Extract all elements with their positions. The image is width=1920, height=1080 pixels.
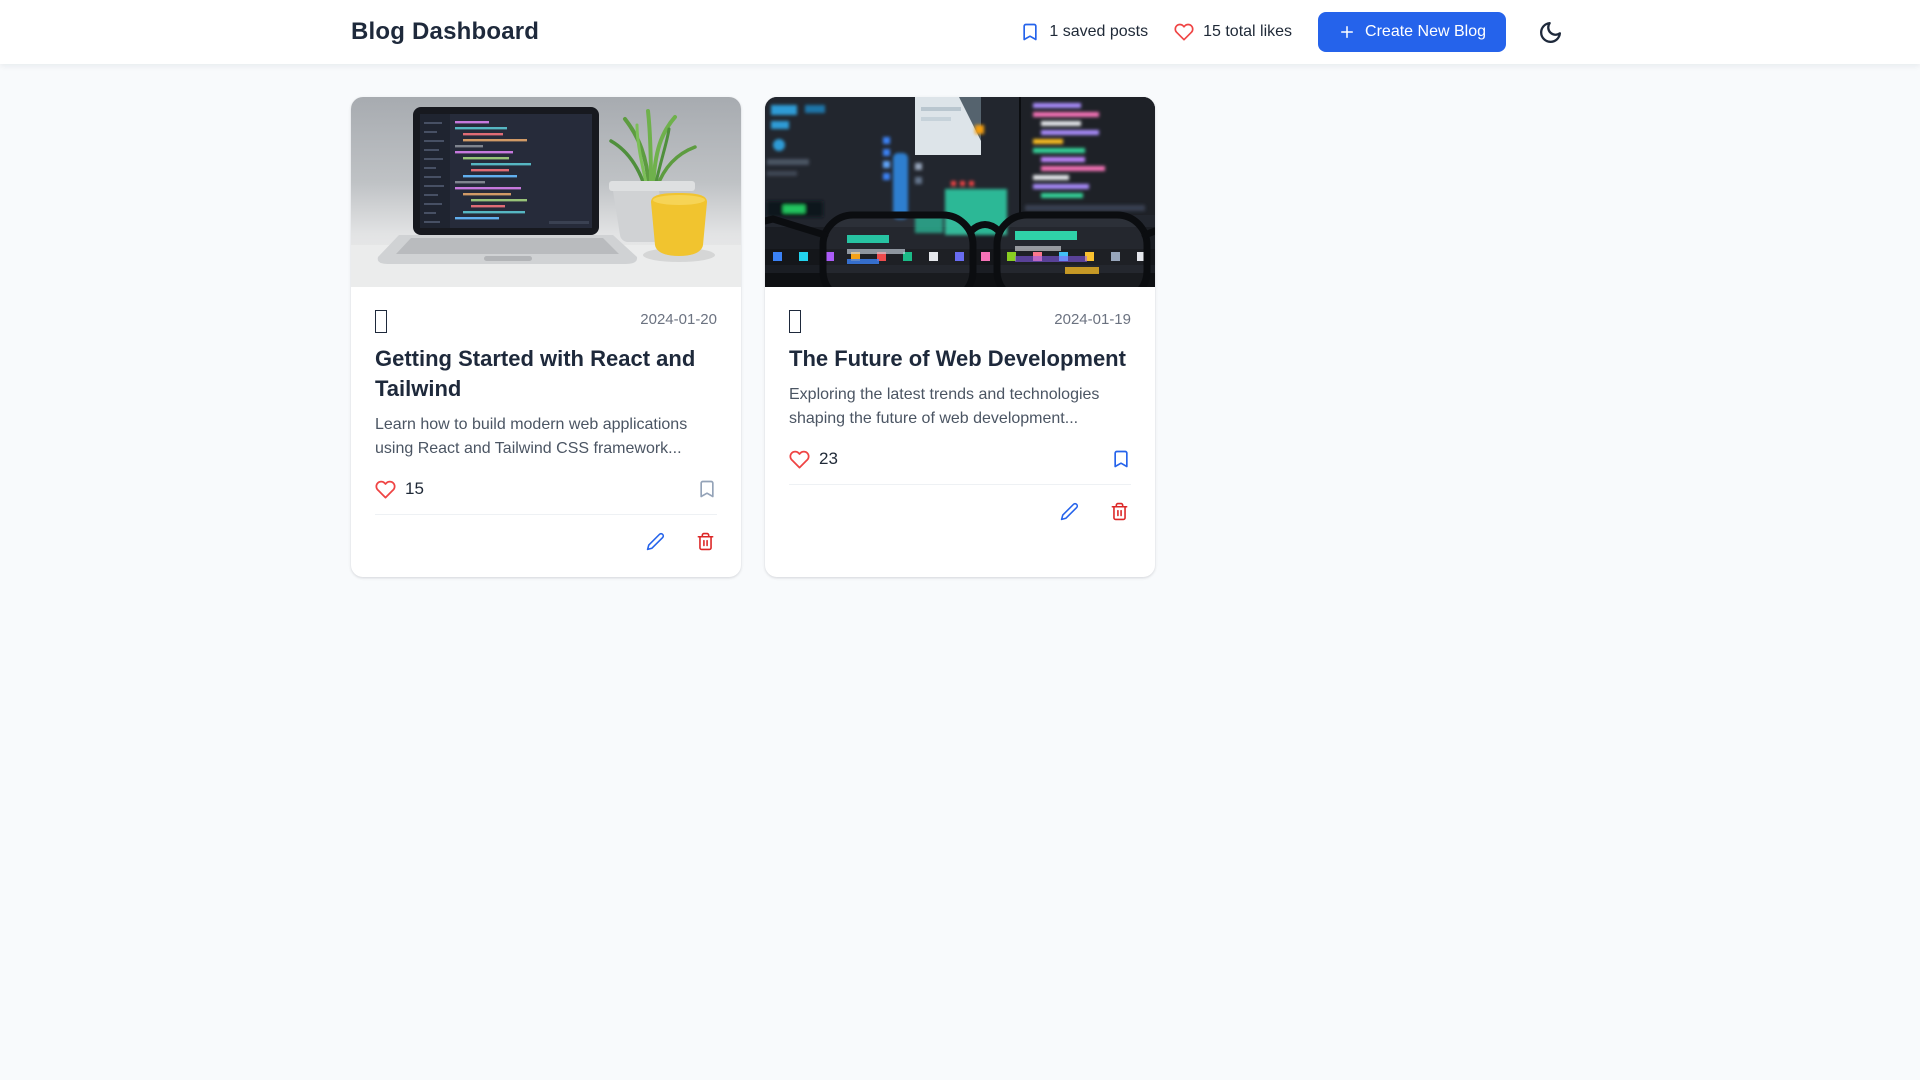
post-excerpt: Exploring the latest trends and technolo… <box>789 385 1100 427</box>
delete-post-button[interactable] <box>694 530 717 553</box>
plus-icon <box>1338 23 1356 41</box>
page-title: Blog Dashboard <box>351 18 540 45</box>
post-cover-image <box>765 97 1155 287</box>
heart-icon <box>1174 22 1194 42</box>
edit-post-button[interactable] <box>644 530 667 553</box>
create-new-blog-label: Create New Blog <box>1365 23 1486 40</box>
like-button[interactable]: 15 <box>375 479 424 500</box>
delete-post-button[interactable] <box>1108 500 1131 523</box>
saved-posts-label: 1 saved posts <box>1049 23 1149 40</box>
edit-post-button[interactable] <box>1058 500 1081 523</box>
blog-card: 2024-01-19 The Future of Web Development… <box>765 97 1155 577</box>
post-cover-image <box>351 97 741 287</box>
post-excerpt: Learn how to build modern web applicatio… <box>375 415 688 457</box>
pencil-icon <box>646 532 665 551</box>
trash-icon <box>696 532 715 551</box>
post-title: The Future of Web Development <box>789 346 1126 371</box>
moon-icon <box>1538 20 1563 45</box>
main-content: 2024-01-20 Getting Started with React an… <box>351 64 1569 577</box>
heart-icon <box>789 449 810 470</box>
post-emoji-placeholder <box>789 310 801 333</box>
bookmark-icon <box>697 479 717 499</box>
app-header: Blog Dashboard 1 saved posts 15 total li… <box>0 0 1920 64</box>
saved-posts-stat: 1 saved posts <box>1020 22 1148 42</box>
pencil-icon <box>1060 502 1079 521</box>
blog-card: 2024-01-20 Getting Started with React an… <box>351 97 741 577</box>
like-count: 15 <box>405 479 424 499</box>
post-date: 2024-01-19 <box>1054 311 1131 328</box>
post-title: Getting Started with React and Tailwind <box>375 346 696 401</box>
like-button[interactable]: 23 <box>789 449 838 470</box>
total-likes-label: 15 total likes <box>1203 23 1293 40</box>
bookmark-icon <box>1111 449 1131 469</box>
total-likes-stat: 15 total likes <box>1174 22 1292 42</box>
post-emoji-placeholder <box>375 310 387 333</box>
bookmark-button[interactable] <box>697 479 717 499</box>
theme-toggle-button[interactable] <box>1532 14 1569 51</box>
like-count: 23 <box>819 449 838 469</box>
bookmark-button[interactable] <box>1111 449 1131 469</box>
posts-grid: 2024-01-20 Getting Started with React an… <box>351 97 1569 577</box>
create-new-blog-button[interactable]: Create New Blog <box>1318 12 1506 52</box>
trash-icon <box>1110 502 1129 521</box>
post-date: 2024-01-20 <box>640 311 717 328</box>
heart-icon <box>375 479 396 500</box>
bookmark-icon <box>1020 22 1040 42</box>
